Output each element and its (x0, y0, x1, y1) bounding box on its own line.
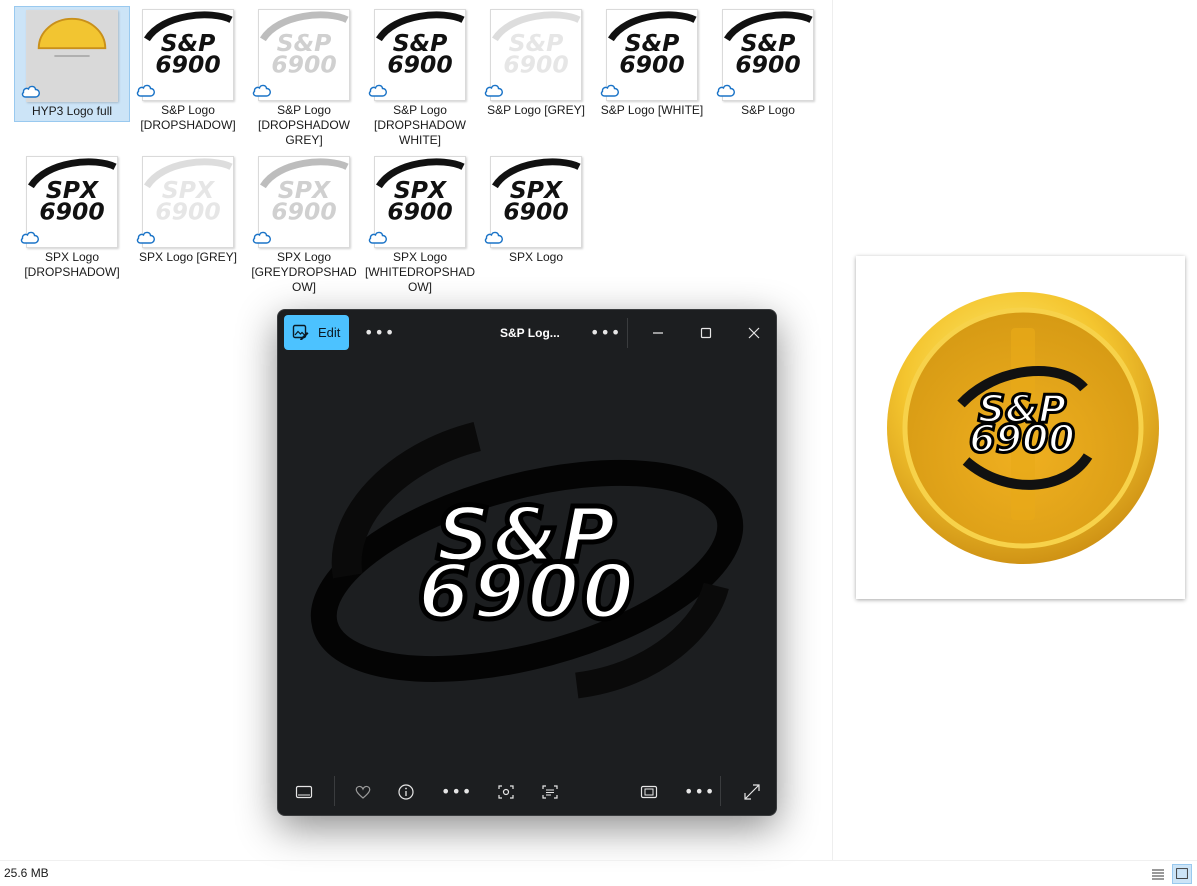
heart-icon[interactable] (353, 782, 373, 802)
info-icon[interactable] (396, 782, 416, 802)
cloud-icon (135, 82, 157, 98)
file-name: SPX Logo (508, 250, 564, 264)
file-item[interactable]: S&P 6900 S&P Logo [DROPSHADOW GREY] (246, 6, 362, 151)
cloud-icon (483, 82, 505, 98)
file-name: SPX Logo [DROPSHADOW] (24, 250, 120, 279)
titlebar-divider (627, 318, 628, 348)
logo-text-line2: 6900 (418, 548, 637, 636)
svg-text:6900: 6900 (735, 51, 800, 79)
file-row: HYP3 Logo full S&P 6900 S&P Logo [DROPSHADO… (14, 6, 830, 153)
snp-6900-logo-image: S&P 6900 (310, 422, 744, 699)
cloud-icon (715, 82, 737, 98)
svg-text:6900: 6900 (155, 198, 220, 226)
coin-text-line2: 6900 (969, 417, 1075, 461)
file-name: S&P Logo [GREY] (487, 103, 585, 117)
large-icons-view-icon[interactable] (1172, 864, 1192, 884)
file-name: SPX Logo [GREY] (138, 250, 238, 264)
svg-text:6900: 6900 (387, 51, 452, 79)
svg-text:6900: 6900 (271, 51, 336, 79)
cloud-icon (135, 229, 157, 245)
file-item[interactable]: SPX 6900 SPX Logo [GREY] (130, 153, 246, 298)
file-name: S&P Logo (741, 103, 795, 117)
svg-text:6900: 6900 (619, 51, 684, 79)
details-view-icon[interactable] (1148, 864, 1168, 884)
maximize-icon[interactable] (696, 323, 716, 343)
file-item[interactable]: SPX 6900 SPX Logo [WHITEDROPSHADOW] (362, 153, 478, 298)
file-name: S&P Logo [DROPSHADOW] (140, 103, 236, 132)
viewer-image-canvas: S&P 6900 (278, 356, 776, 766)
edit-label: Edit (318, 325, 341, 340)
file-item[interactable]: SPX 6900 SPX Logo [DROPSHADOW] (14, 153, 130, 298)
file-item[interactable]: S&P 6900 S&P Logo [DROPSHADOW] (130, 6, 246, 151)
cloud-icon (483, 229, 505, 245)
edit-image-icon (292, 324, 309, 340)
cloud-icon (251, 229, 273, 245)
file-item[interactable]: SPX 6900 SPX Logo [GREYDROPSHADOW] (246, 153, 362, 298)
cloud-icon (20, 83, 42, 99)
file-name: SPX Logo [GREYDROPSHADOW] (251, 250, 357, 294)
text-scan-icon[interactable] (540, 782, 560, 802)
viewer-titlebar: Edit ••• S&P Log... ••• (278, 310, 776, 356)
file-name: SPX Logo [WHITEDROPSHADOW] (365, 250, 476, 294)
filmstrip-icon[interactable] (294, 782, 314, 802)
file-item[interactable]: S&P 6900 S&P Logo (710, 6, 826, 151)
file-item[interactable]: HYP3 Logo full (14, 6, 130, 122)
more-icon[interactable]: ••• (590, 325, 621, 341)
file-name: S&P Logo [DROPSHADOW WHITE] (373, 103, 466, 147)
more-icon[interactable]: ••• (684, 784, 715, 800)
cloud-icon (19, 229, 41, 245)
file-name: S&P Logo [DROPSHADOW GREY] (257, 103, 350, 147)
svg-text:6900: 6900 (271, 198, 336, 226)
file-item[interactable]: S&P 6900 S&P Logo [DROPSHADOW WHITE] (362, 6, 478, 151)
edit-button[interactable]: Edit (284, 315, 349, 350)
toolbar-divider (334, 776, 335, 806)
svg-text:6900: 6900 (155, 51, 220, 79)
svg-text:6900: 6900 (39, 198, 104, 226)
more-icon[interactable]: ••• (364, 325, 395, 341)
file-name: S&P Logo [WHITE] (600, 103, 704, 117)
preview-divider (832, 0, 833, 860)
visual-search-icon[interactable] (496, 782, 516, 802)
more-icon[interactable]: ••• (441, 784, 472, 800)
file-item[interactable]: SPX 6900 SPX Logo (478, 153, 594, 298)
preview-pane-image: S&P 6900 (856, 256, 1185, 599)
close-icon[interactable] (744, 323, 764, 343)
slideshow-icon[interactable] (639, 782, 659, 802)
svg-text:6900: 6900 (503, 51, 568, 79)
file-item[interactable]: S&P 6900 S&P Logo [GREY] (478, 6, 594, 151)
viewer-title: S&P Log... (500, 326, 560, 340)
cloud-icon (367, 82, 389, 98)
file-row: SPX 6900 SPX Logo [DROPSHADOW] SPX 6900 SPX L… (14, 153, 830, 300)
file-grid: HYP3 Logo full S&P 6900 S&P Logo [DROPSHADO… (14, 6, 830, 300)
file-item[interactable]: S&P 6900 S&P Logo [WHITE] (594, 6, 710, 151)
selected-size: 25.6 MB (4, 866, 49, 880)
toolbar-divider (720, 776, 721, 806)
file-explorer-window: HYP3 Logo full S&P 6900 S&P Logo [DROPSHADO… (0, 0, 1197, 886)
file-name: HYP3 Logo full (31, 104, 113, 118)
fullscreen-icon[interactable] (742, 782, 762, 802)
status-bar: 25.6 MB (0, 860, 1197, 886)
gold-coin-logo: S&P 6900 (887, 292, 1159, 564)
cloud-icon (251, 82, 273, 98)
svg-text:6900: 6900 (503, 198, 568, 226)
svg-text:6900: 6900 (387, 198, 452, 226)
cloud-icon (367, 229, 389, 245)
cloud-icon (599, 82, 621, 98)
photos-viewer-window: Edit ••• S&P Log... ••• S&P 6900 ••• ••• (277, 309, 777, 816)
viewer-bottom-toolbar: ••• ••• (278, 768, 776, 815)
minimize-icon[interactable] (648, 323, 668, 343)
